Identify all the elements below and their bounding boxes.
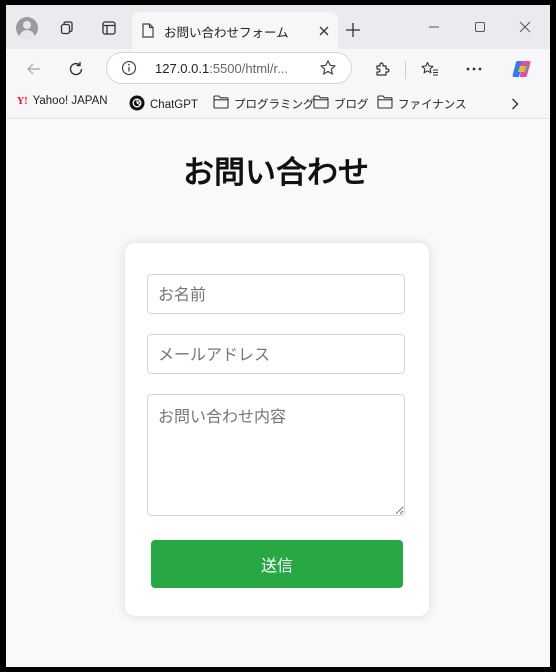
document-icon — [142, 23, 154, 42]
chatgpt-icon — [129, 95, 145, 114]
page-content: お問い合わせ 送信 — [6, 119, 550, 667]
bookmark-chatgpt[interactable]: ChatGPT — [129, 95, 198, 114]
more-options-icon[interactable] — [460, 55, 488, 83]
copilot-icon[interactable] — [508, 55, 536, 83]
bookmark-folder-finance[interactable]: ファイナンス — [377, 95, 467, 112]
bookmark-folder-blog[interactable]: ブログ — [313, 95, 369, 112]
url-host: 127.0.0.1 — [155, 61, 210, 76]
email-field[interactable] — [147, 334, 405, 374]
name-field[interactable] — [147, 274, 405, 314]
minimize-icon[interactable] — [420, 15, 448, 39]
extensions-icon[interactable] — [368, 55, 396, 83]
bookmark-label: Yahoo! JAPAN — [32, 95, 108, 107]
tab-title: お問い合わせフォーム — [164, 25, 289, 40]
message-field[interactable] — [147, 394, 405, 516]
url-path: :5500/html/r... — [209, 61, 288, 76]
bookmark-label: ChatGPT — [150, 98, 198, 111]
page-title: お問い合わせ — [183, 155, 369, 191]
vertical-tabs-icon[interactable] — [94, 13, 124, 43]
submit-button[interactable]: 送信 — [151, 540, 403, 588]
chevron-right-icon[interactable] — [506, 95, 524, 113]
bookmark-label: ファイナンス — [398, 98, 467, 111]
new-tab-icon[interactable] — [340, 17, 366, 43]
toolbar-separator — [405, 61, 406, 79]
favorites-icon[interactable] — [416, 55, 444, 83]
profile-avatar[interactable] — [16, 17, 38, 39]
close-window-icon[interactable] — [511, 15, 539, 39]
yahoo-icon: Y! — [17, 95, 28, 107]
browser-window: お問い合わせフォーム 127.0.0.1:5500/html/r... Y! Y… — [6, 5, 550, 667]
maximize-icon[interactable] — [466, 15, 494, 39]
bookmark-yahoo-japan[interactable]: Y! Yahoo! JAPAN — [17, 95, 108, 107]
workspaces-icon[interactable] — [52, 13, 82, 43]
favorite-star-icon[interactable] — [319, 59, 337, 81]
bookmark-label: プログラミング — [234, 98, 315, 111]
bookmark-folder-programming[interactable]: プログラミング — [213, 95, 315, 112]
url-text[interactable]: 127.0.0.1:5500/html/r... — [155, 61, 288, 76]
folder-icon — [213, 95, 229, 112]
folder-icon — [313, 95, 329, 112]
reload-icon[interactable] — [62, 55, 90, 83]
address-bar[interactable]: 127.0.0.1:5500/html/r... — [106, 52, 352, 84]
back-icon[interactable] — [20, 55, 48, 83]
info-icon[interactable] — [121, 60, 137, 80]
bookmarks-bar: Y! Yahoo! JAPAN ChatGPT プログラミング ブログ ファイナ… — [6, 89, 550, 119]
bookmark-label: ブログ — [334, 98, 369, 111]
close-tab-icon[interactable] — [314, 21, 334, 41]
browser-toolbar: 127.0.0.1:5500/html/r... — [6, 49, 550, 89]
contact-form: 送信 — [125, 243, 429, 616]
active-tab[interactable]: お問い合わせフォーム — [132, 12, 338, 49]
folder-icon — [377, 95, 393, 112]
title-bar: お問い合わせフォーム — [6, 5, 550, 49]
